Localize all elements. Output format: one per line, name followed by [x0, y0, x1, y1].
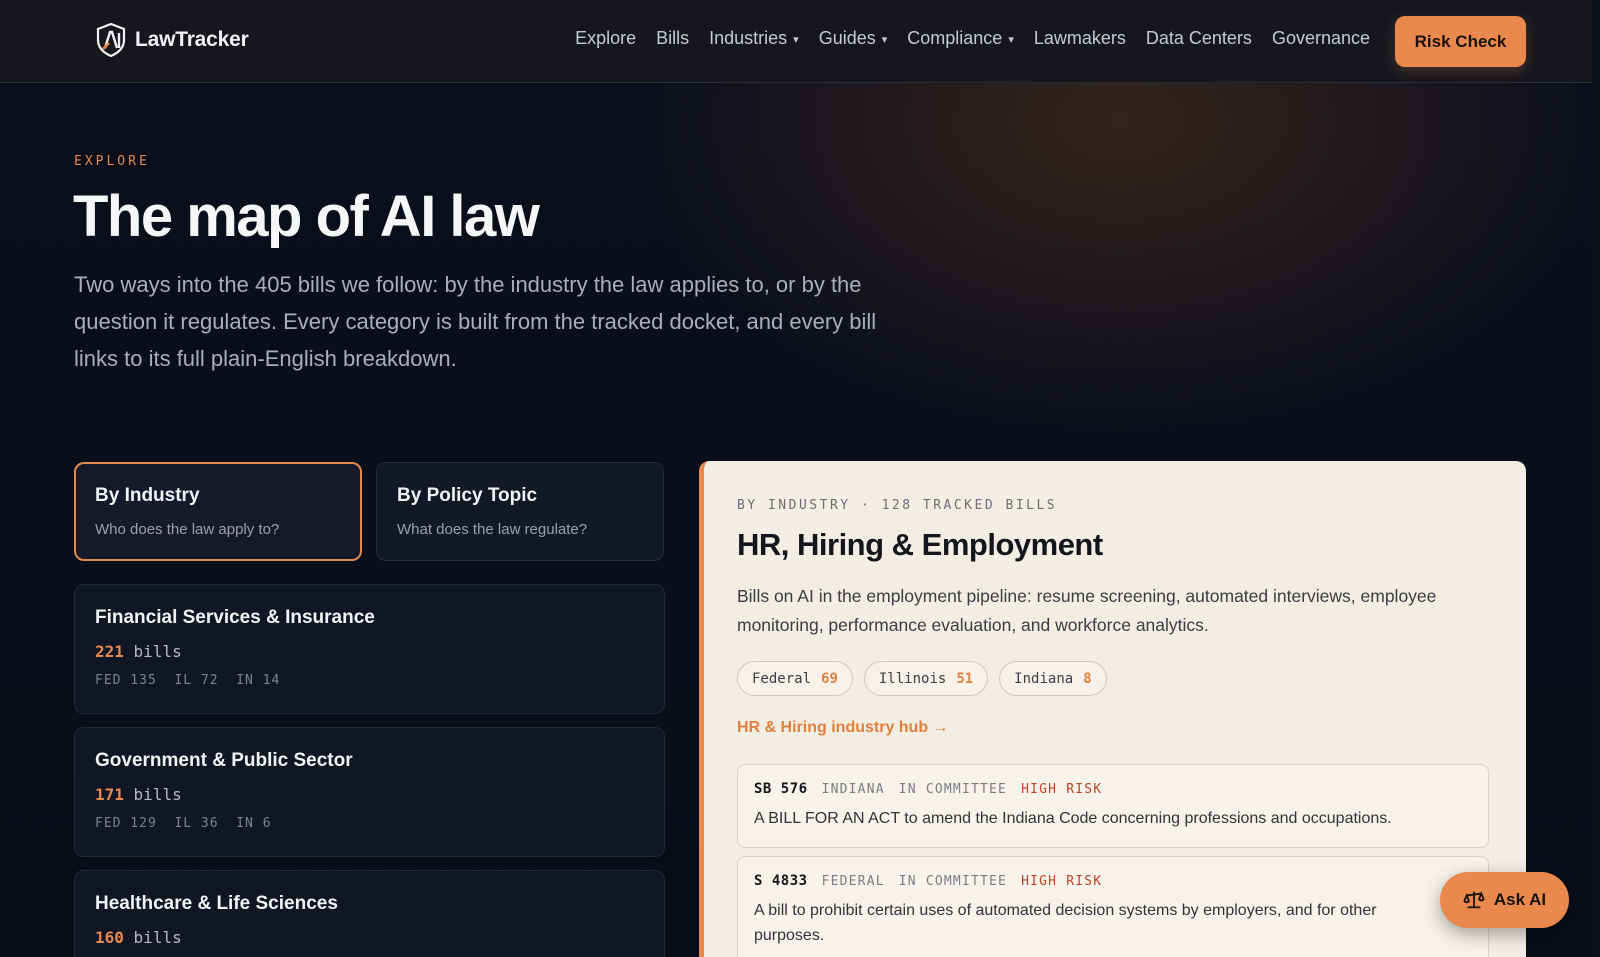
shield-ai-logo-icon: [96, 23, 126, 57]
industry-breakdown: FED 135 IL 72 IN 14: [95, 673, 281, 688]
chevron-down-icon: ▾: [1008, 34, 1014, 46]
industry-card-healthcare[interactable]: Healthcare & Life Sciences 160 bills: [74, 870, 665, 957]
page-scrollbar[interactable]: [1592, 0, 1600, 957]
page-title: The map of AI law: [73, 184, 540, 249]
chevron-down-icon: ▾: [881, 34, 888, 46]
nav-link-explore[interactable]: Explore: [565, 28, 646, 49]
industry-title: Financial Services & Insurance: [95, 607, 375, 628]
brand-logo[interactable]: LawTracker: [95, 23, 249, 57]
toggle-subtitle: What does the law regulate?: [397, 521, 588, 538]
industry-bill-count: 221 bills: [95, 642, 182, 661]
ask-ai-label: Ask AI: [1493, 890, 1547, 909]
bill-risk-badge: HIGH RISK: [1021, 782, 1103, 797]
top-nav: LawTracker Explore Bills Industries ▾ Guides…: [0, 0, 1600, 83]
bill-meta: S 4833 FEDERAL IN COMMITTEE HIGH RISK: [754, 873, 1472, 889]
brand-name: LawTracker: [135, 28, 249, 51]
nav-link-bills[interactable]: Bills: [646, 28, 699, 49]
industry-card-financial[interactable]: Financial Services & Insurance 221 bills…: [74, 584, 665, 714]
bill-summary: A BILL FOR AN ACT to amend the Indiana C…: [754, 810, 1392, 827]
nav-link-label: Industries: [709, 28, 788, 48]
industry-hub-link[interactable]: HR & Hiring industry hub →: [737, 719, 949, 737]
industry-title: Government & Public Sector: [95, 750, 353, 771]
nav-links: Explore Bills Industries ▾ Guides ▾ Compliance…: [565, 28, 1380, 49]
bill-id: SB 576: [754, 781, 808, 797]
nav-link-industries[interactable]: Industries ▾: [699, 28, 809, 49]
panel-title: HR, Hiring & Employment: [737, 527, 1103, 562]
bill-jurisdiction: FEDERAL: [821, 874, 885, 889]
nav-link-label: Guides: [818, 28, 876, 48]
toggle-subtitle: Who does the law apply to?: [95, 521, 280, 538]
nav-link-label: Explore: [575, 28, 637, 48]
nav-link-guides[interactable]: Guides ▾: [809, 28, 898, 49]
nav-link-data-centers[interactable]: Data Centers: [1136, 28, 1262, 49]
bill-row-s-4833[interactable]: S 4833 FEDERAL IN COMMITTEE HIGH RISK A …: [737, 856, 1489, 957]
nav-link-lawmakers[interactable]: Lawmakers: [1024, 28, 1136, 49]
ask-ai-button[interactable]: Ask AI: [1440, 872, 1569, 928]
bill-row-sb-576[interactable]: SB 576 INDIANA IN COMMITTEE HIGH RISK A …: [737, 764, 1489, 848]
toggle-by-industry[interactable]: By Industry Who does the law apply to?: [74, 462, 362, 561]
industry-bill-count: 171 bills: [95, 785, 182, 804]
toggle-title: By Policy Topic: [397, 485, 538, 506]
bill-jurisdiction: INDIANA: [821, 782, 885, 797]
industry-bill-count: 160 bills: [95, 928, 182, 947]
chevron-down-icon: ▾: [793, 34, 799, 46]
nav-link-label: Lawmakers: [1033, 28, 1126, 48]
industry-detail-panel: BY INDUSTRY · 128 TRACKED BILLS HR, Hiri…: [699, 461, 1526, 957]
risk-check-button[interactable]: Risk Check: [1395, 16, 1526, 67]
bill-risk-badge: HIGH RISK: [1021, 874, 1103, 889]
bill-meta: SB 576 INDIANA IN COMMITTEE HIGH RISK: [754, 781, 1472, 797]
nav-link-label: Data Centers: [1145, 28, 1252, 48]
toggle-title: By Industry: [95, 485, 200, 506]
panel-description: Bills on AI in the employment pipeline: …: [737, 586, 1437, 635]
bill-status: IN COMMITTEE: [898, 782, 1008, 797]
chip-illinois[interactable]: Illinois 51: [863, 661, 989, 696]
toggle-by-policy-topic[interactable]: By Policy Topic What does the law regula…: [376, 462, 664, 561]
jurisdiction-chips: Federal 69 Illinois 51 Indiana 8: [737, 661, 1107, 696]
nav-link-label: Governance: [1271, 28, 1370, 48]
industry-card-government[interactable]: Government & Public Sector 171 bills FED…: [74, 727, 665, 857]
chip-federal[interactable]: Federal 69: [737, 661, 853, 696]
chip-indiana[interactable]: Indiana 8: [999, 661, 1107, 696]
nav-link-label: Bills: [656, 28, 690, 48]
industry-breakdown: FED 129 IL 36 IN 6: [95, 816, 272, 831]
nav-link-compliance[interactable]: Compliance ▾: [897, 28, 1024, 49]
nav-link-governance[interactable]: Governance: [1262, 28, 1380, 49]
nav-link-label: Compliance: [907, 28, 1003, 48]
bill-status: IN COMMITTEE: [898, 874, 1008, 889]
scale-icon: [1463, 891, 1485, 909]
hero-eyebrow: EXPLORE: [74, 154, 150, 169]
bill-id: S 4833: [754, 873, 808, 889]
bill-summary: A bill to prohibit certain uses of autom…: [754, 902, 1377, 944]
hero-lead: Two ways into the 405 bills we follow: b…: [74, 272, 877, 371]
panel-eyebrow: BY INDUSTRY · 128 TRACKED BILLS: [737, 498, 1058, 513]
industry-title: Healthcare & Life Sciences: [95, 893, 338, 914]
